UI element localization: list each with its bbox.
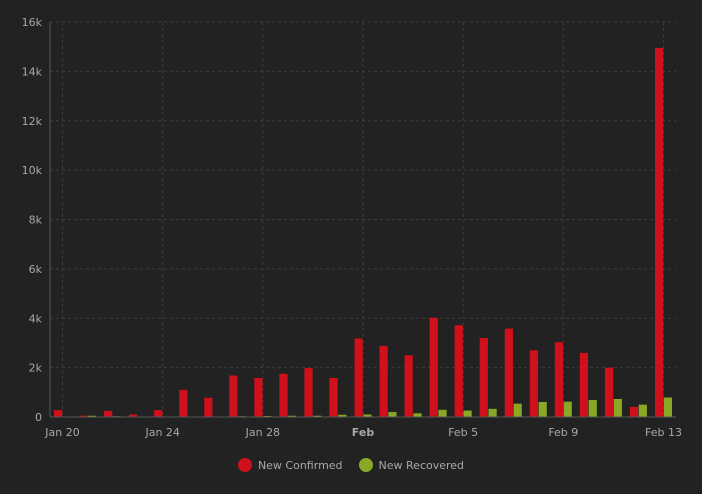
bar-new-confirmed[interactable] <box>104 411 112 417</box>
bar-new-confirmed[interactable] <box>54 410 62 417</box>
x-tick-label: Feb <box>352 426 375 439</box>
x-tick-label: Jan 20 <box>44 426 79 439</box>
bar-new-confirmed[interactable] <box>405 355 413 417</box>
legend-item-new-recovered[interactable]: New Recovered <box>359 458 465 472</box>
bar-new-confirmed[interactable] <box>179 390 187 417</box>
legend-item-new-confirmed[interactable]: New Confirmed <box>238 458 343 472</box>
y-tick-label: 16k <box>22 16 43 29</box>
bar-new-recovered[interactable] <box>589 400 597 417</box>
legend: New Confirmed New Recovered <box>0 458 702 472</box>
bar-new-recovered[interactable] <box>489 409 497 417</box>
legend-label-new-confirmed: New Confirmed <box>258 459 343 472</box>
bar-new-confirmed[interactable] <box>229 376 237 417</box>
bar-new-confirmed[interactable] <box>355 338 363 417</box>
bar-new-recovered[interactable] <box>438 410 446 417</box>
bar-new-recovered[interactable] <box>664 397 672 417</box>
bar-new-confirmed[interactable] <box>505 329 513 417</box>
bar-new-recovered[interactable] <box>614 399 622 417</box>
legend-label-new-recovered: New Recovered <box>379 459 465 472</box>
bar-new-confirmed[interactable] <box>204 398 212 417</box>
bar-new-recovered[interactable] <box>413 413 421 417</box>
y-tick-label: 2k <box>29 362 43 375</box>
x-tick-label: Jan 28 <box>245 426 280 439</box>
bar-new-confirmed[interactable] <box>380 346 388 417</box>
chart-svg: 0 2k 4k 6k 8k 10k 12k 14k 16k Jan 20 Jan 24 Jan 28 F… <box>0 0 702 490</box>
bar-new-confirmed[interactable] <box>329 378 337 417</box>
bar-new-confirmed[interactable] <box>154 410 162 417</box>
bar-new-recovered[interactable] <box>639 405 647 417</box>
bar-new-confirmed[interactable] <box>455 325 463 417</box>
y-tick-label: 14k <box>22 65 43 78</box>
bar-new-confirmed[interactable] <box>430 318 438 417</box>
bar-new-recovered[interactable] <box>514 404 522 417</box>
x-tick-label: Feb 9 <box>548 426 578 439</box>
y-tick-label: 4k <box>29 312 43 325</box>
bar-new-confirmed[interactable] <box>254 378 262 417</box>
legend-swatch-recovered <box>359 458 373 472</box>
bar-new-confirmed[interactable] <box>655 48 663 417</box>
bar-new-recovered[interactable] <box>463 411 471 417</box>
y-tick-label: 12k <box>22 115 43 128</box>
bar-new-recovered[interactable] <box>388 412 396 417</box>
bar-new-recovered[interactable] <box>564 402 572 417</box>
y-tick-label: 0 <box>35 411 42 424</box>
bar-new-confirmed[interactable] <box>530 350 538 417</box>
bar-new-confirmed[interactable] <box>555 342 563 417</box>
chart: 0 2k 4k 6k 8k 10k 12k 14k 16k Jan 20 Jan 24 Jan 28 F… <box>0 0 702 490</box>
y-tick-label: 10k <box>22 164 43 177</box>
bar-new-confirmed[interactable] <box>630 407 638 417</box>
bar-new-confirmed[interactable] <box>480 338 488 417</box>
legend-swatch-confirmed <box>238 458 252 472</box>
x-tick-label: Jan 24 <box>144 426 179 439</box>
x-tick-label: Feb 13 <box>645 426 682 439</box>
x-tick-label: Feb 5 <box>448 426 478 439</box>
y-tick-label: 8k <box>29 214 43 227</box>
bar-new-confirmed[interactable] <box>580 353 588 417</box>
bar-new-recovered[interactable] <box>539 402 547 417</box>
bar-new-confirmed[interactable] <box>304 368 312 417</box>
bar-new-confirmed[interactable] <box>605 368 613 417</box>
bar-new-confirmed[interactable] <box>279 374 287 417</box>
y-tick-label: 6k <box>29 263 43 276</box>
